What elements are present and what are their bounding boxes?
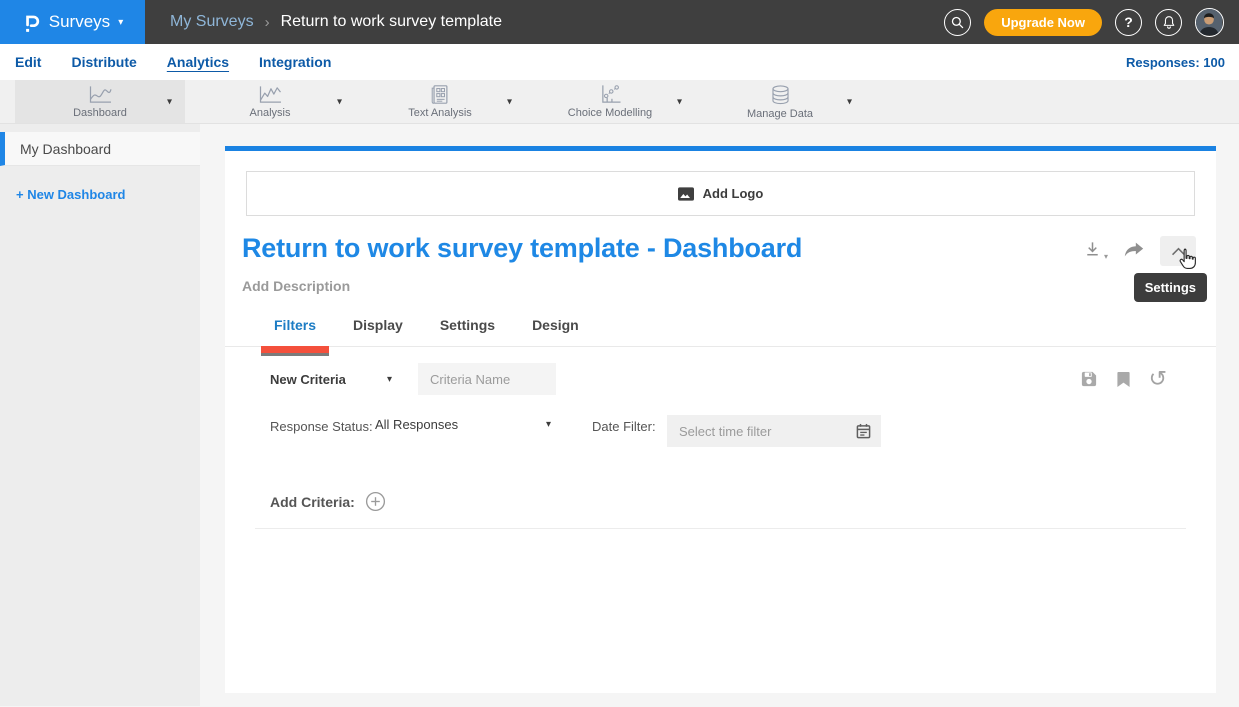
criteria-select-value: New Criteria	[270, 372, 346, 387]
dashboard-title[interactable]: Return to work survey template - Dashboa…	[242, 233, 802, 264]
caret-down-icon[interactable]: ▾	[847, 96, 852, 107]
toolbar-dashboard[interactable]: Dashboard ▾	[15, 80, 185, 123]
tab-distribute[interactable]: Distribute	[71, 54, 136, 70]
tab-analytics[interactable]: Analytics	[167, 54, 229, 70]
breadcrumb-separator-icon: ›	[265, 14, 270, 31]
criteria-select[interactable]: New Criteria ▾	[270, 372, 392, 387]
dashboard-actions: ▾ Se	[1083, 233, 1196, 294]
choice-modelling-icon	[598, 84, 623, 105]
top-header: Surveys ▾ My Surveys › Return to work su…	[0, 0, 1239, 44]
dashboard-tabs: Filters Display Settings Design	[225, 317, 1216, 347]
survey-nav: Edit Distribute Analytics Integration Re…	[0, 44, 1239, 80]
date-filter-label: Date Filter:	[592, 415, 667, 437]
caret-down-icon[interactable]: ▾	[337, 96, 342, 107]
section-divider	[255, 528, 1186, 529]
tab-filters[interactable]: Filters	[274, 317, 316, 346]
save-criteria-button[interactable]	[1080, 370, 1098, 388]
user-avatar[interactable]	[1195, 8, 1224, 37]
header-actions: Upgrade Now ?	[944, 8, 1239, 37]
app-window: Surveys ▾ My Surveys › Return to work su…	[0, 0, 1239, 707]
add-logo-label: Add Logo	[703, 186, 764, 201]
toolbar-dashboard-label: Dashboard	[73, 107, 127, 119]
response-status-value: All Responses	[375, 417, 458, 432]
caret-down-icon: ▾	[546, 419, 551, 430]
criteria-name-input[interactable]	[418, 363, 556, 395]
response-status-select[interactable]: All Responses ▾	[375, 415, 551, 432]
responses-count: Responses: 100	[1126, 55, 1225, 70]
toolbar-choice-modelling[interactable]: Choice Modelling ▾	[525, 80, 695, 123]
tab-edit[interactable]: Edit	[15, 54, 41, 70]
reset-icon: ↺	[1149, 368, 1167, 390]
text-analysis-icon	[429, 84, 451, 105]
toolbar-manage-data-label: Manage Data	[747, 108, 813, 120]
toolbar-choice-modelling-label: Choice Modelling	[568, 107, 652, 119]
settings-tooltip: Settings	[1134, 273, 1207, 302]
reset-criteria-button[interactable]: ↺	[1149, 368, 1167, 390]
tab-design[interactable]: Design	[532, 317, 579, 346]
caret-down-icon[interactable]: ▾	[507, 96, 512, 107]
bookmark-icon	[1116, 370, 1131, 388]
add-criteria-button[interactable]	[365, 491, 386, 512]
caret-down-icon[interactable]: ▾	[677, 96, 682, 107]
settings-collapse-button[interactable]	[1160, 236, 1196, 266]
dashboard-sidebar: My Dashboard + New Dashboard	[0, 124, 200, 706]
database-icon	[769, 84, 792, 106]
toolbar-manage-data[interactable]: Manage Data ▾	[695, 80, 865, 123]
tab-integration[interactable]: Integration	[259, 54, 331, 70]
breadcrumb-my-surveys[interactable]: My Surveys	[170, 13, 254, 31]
toolbar-analysis[interactable]: Analysis ▾	[185, 80, 355, 123]
upgrade-now-button[interactable]: Upgrade Now	[984, 9, 1102, 36]
toolbar-analysis-label: Analysis	[250, 107, 291, 119]
title-block: Return to work survey template - Dashboa…	[242, 233, 802, 294]
caret-down-icon: ▾	[387, 374, 392, 385]
breadcrumb-current-survey: Return to work survey template	[281, 13, 502, 31]
caret-down-icon: ▾	[118, 17, 123, 28]
toolbar-text-analysis[interactable]: Text Analysis ▾	[355, 80, 525, 123]
share-arrow-icon	[1123, 240, 1145, 259]
bookmark-criteria-button[interactable]	[1116, 370, 1131, 388]
notifications-button[interactable]	[1155, 9, 1182, 36]
date-filter-field	[667, 415, 881, 447]
tab-display[interactable]: Display	[353, 317, 403, 346]
help-button[interactable]: ?	[1115, 9, 1142, 36]
download-button[interactable]: ▾	[1083, 240, 1108, 261]
add-description[interactable]: Add Description	[242, 278, 802, 294]
caret-down-icon[interactable]: ▾	[167, 96, 172, 107]
calendar-icon[interactable]	[856, 423, 871, 439]
filters-form: New Criteria ▾	[225, 363, 1216, 529]
toolbar-text-analysis-label: Text Analysis	[408, 107, 472, 119]
analysis-chart-icon	[257, 85, 284, 105]
download-icon	[1083, 240, 1102, 259]
save-icon	[1080, 370, 1098, 388]
image-icon	[678, 187, 694, 201]
tab-settings[interactable]: Settings	[440, 317, 495, 346]
chevron-up-icon	[1170, 246, 1187, 257]
analytics-toolbar: Dashboard ▾ Analysis ▾ Text Analysis ▾ C…	[0, 80, 1239, 124]
add-logo-dropzone[interactable]: Add Logo	[246, 171, 1195, 216]
question-mark-icon: ?	[1124, 14, 1133, 30]
proprofs-logo-icon	[22, 11, 41, 34]
plus-circle-icon	[365, 491, 386, 512]
search-button[interactable]	[944, 9, 971, 36]
caret-down-icon: ▾	[1104, 252, 1108, 261]
new-dashboard-button[interactable]: + New Dashboard	[16, 187, 200, 202]
add-criteria-label: Add Criteria:	[270, 494, 355, 510]
search-icon	[950, 15, 965, 30]
dashboard-chart-icon	[87, 85, 114, 105]
dashboard-content: Add Logo Return to work survey template …	[200, 124, 1239, 706]
response-status-label: Response Status:	[270, 415, 375, 437]
product-switcher[interactable]: Surveys ▾	[0, 0, 145, 44]
share-button[interactable]	[1123, 240, 1145, 259]
dashboard-panel: Add Logo Return to work survey template …	[225, 146, 1216, 693]
breadcrumb: My Surveys › Return to work survey templ…	[170, 13, 502, 31]
date-filter-input[interactable]	[667, 415, 881, 447]
sidebar-item-my-dashboard[interactable]: My Dashboard	[0, 132, 200, 166]
bell-icon	[1162, 15, 1176, 30]
product-name: Surveys	[49, 12, 110, 32]
